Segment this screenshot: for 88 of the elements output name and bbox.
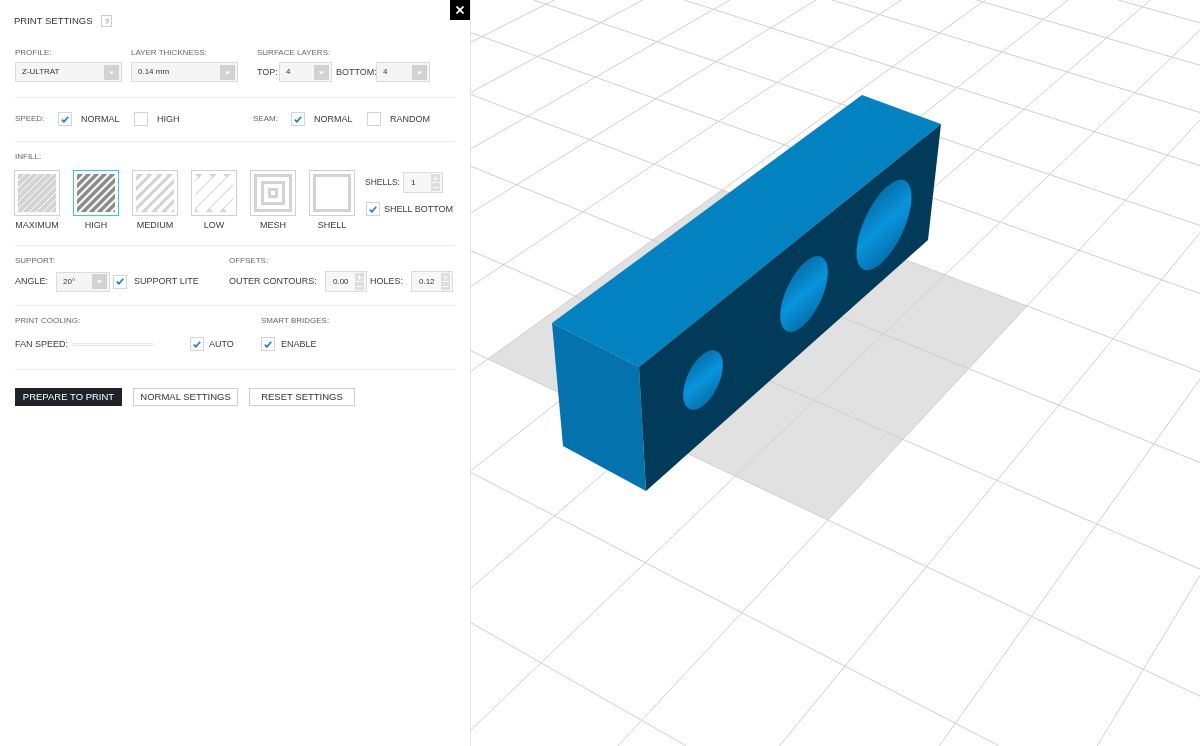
section-label: PRINT COOLING: — [15, 316, 81, 326]
hatch-pattern-icon — [18, 174, 56, 212]
infill-option[interactable] — [309, 170, 355, 216]
option-label: SUPPORT LITE — [134, 276, 199, 287]
layer-thickness-select[interactable]: 0.14 mm — [131, 62, 238, 82]
section-label: INFILL: — [15, 152, 42, 162]
outer-contours-field[interactable]: 0.00 — [325, 271, 367, 292]
caret-icon — [412, 64, 427, 80]
option-label: NORMAL — [81, 113, 120, 125]
infill-option[interactable] — [250, 170, 296, 216]
checkbox[interactable] — [190, 337, 204, 351]
caret-icon — [92, 274, 107, 289]
minus-icon — [432, 186, 438, 188]
option-label: AUTO — [209, 338, 234, 350]
check-icon — [193, 340, 201, 348]
field-label: ANGLE: — [15, 276, 49, 287]
settings-button[interactable]: RESET SETTINGS — [249, 388, 355, 406]
field-label: HOLES: — [370, 276, 404, 287]
caret-icon — [220, 64, 235, 80]
option-label: MESH — [260, 220, 286, 231]
checkbox[interactable] — [291, 112, 305, 126]
concentric-squares-icon — [254, 174, 292, 212]
option-label: LOW — [203, 220, 225, 231]
decrement-button[interactable] — [441, 282, 450, 290]
decrement-button[interactable] — [355, 282, 364, 290]
shells-field[interactable]: 1 — [402, 172, 443, 193]
settings-button[interactable]: NORMAL SETTINGS — [133, 388, 238, 406]
check-icon — [264, 340, 272, 348]
check-icon — [61, 115, 69, 123]
plus-icon — [432, 175, 438, 181]
checkbox[interactable] — [366, 202, 380, 216]
option-label: ENABLE — [281, 338, 317, 350]
panel-title: PRINT SETTINGS — [14, 13, 93, 28]
checkbox[interactable] — [367, 112, 381, 126]
section-label: OFFSETS: — [229, 256, 269, 266]
decrement-button[interactable] — [430, 183, 440, 191]
angle-select[interactable]: 20° — [56, 271, 110, 292]
option-label: RANDOM — [390, 113, 430, 125]
section-label: SEAM: — [253, 114, 279, 124]
close-icon — [456, 6, 464, 14]
square-outline-icon — [313, 174, 351, 212]
option-label: MEDIUM — [136, 220, 174, 231]
infill-option[interactable] — [132, 170, 178, 216]
infill-option[interactable] — [73, 170, 119, 216]
holes-field[interactable]: 0.12 — [411, 271, 453, 292]
field-label: BOTTOM: — [336, 66, 376, 78]
infill-option[interactable] — [14, 170, 60, 216]
hatch-pattern-icon — [77, 174, 115, 212]
checkbox[interactable] — [261, 337, 275, 351]
option-label: SHELL BOTTOM — [384, 203, 454, 215]
option-label: NORMAL — [314, 113, 353, 125]
hatch-pattern-icon — [136, 174, 174, 212]
field-label: TOP: — [257, 66, 279, 78]
bottom-layers-select[interactable]: 4 — [376, 62, 430, 82]
section-label: SURFACE LAYERS: — [257, 48, 331, 58]
minus-icon — [443, 285, 448, 287]
section-label: SPEED: — [15, 114, 46, 124]
plus-icon — [357, 274, 362, 280]
check-icon — [116, 278, 124, 285]
caret-icon — [104, 64, 119, 80]
field-label: OUTER CONTOURS: — [229, 276, 318, 287]
minus-icon — [357, 285, 362, 287]
prepare-button[interactable]: PREPARE TO PRINT — [15, 388, 122, 406]
top-layers-select[interactable]: 4 — [279, 62, 332, 82]
check-icon — [369, 205, 377, 213]
checkbox[interactable] — [113, 274, 127, 289]
caret-icon — [314, 64, 329, 80]
section-label: PROFILE: — [15, 48, 52, 58]
increment-button[interactable] — [355, 273, 364, 281]
checkbox[interactable] — [58, 112, 72, 126]
plus-icon — [443, 274, 448, 280]
infill-option[interactable] — [191, 170, 237, 216]
option-label: HIGH — [157, 113, 180, 125]
option-label: HIGH — [84, 220, 108, 231]
hatch-pattern-icon — [195, 174, 233, 212]
option-label: MAXIMUM — [15, 220, 59, 231]
close-button[interactable] — [450, 0, 470, 20]
check-icon — [294, 115, 302, 123]
option-label: SHELL — [317, 220, 347, 231]
profile-select[interactable]: Z-ULTRAT — [15, 62, 122, 82]
section-label: SMART BRIDGES: — [261, 316, 330, 326]
field-label: FAN SPEED: — [15, 338, 69, 350]
checkbox[interactable] — [134, 112, 148, 126]
field-label: SHELLS: — [365, 177, 400, 188]
increment-button[interactable] — [441, 273, 450, 281]
section-label: LAYER THICKNESS: — [131, 48, 207, 58]
section-label: SUPPORT: — [15, 256, 55, 266]
increment-button[interactable] — [430, 174, 440, 182]
